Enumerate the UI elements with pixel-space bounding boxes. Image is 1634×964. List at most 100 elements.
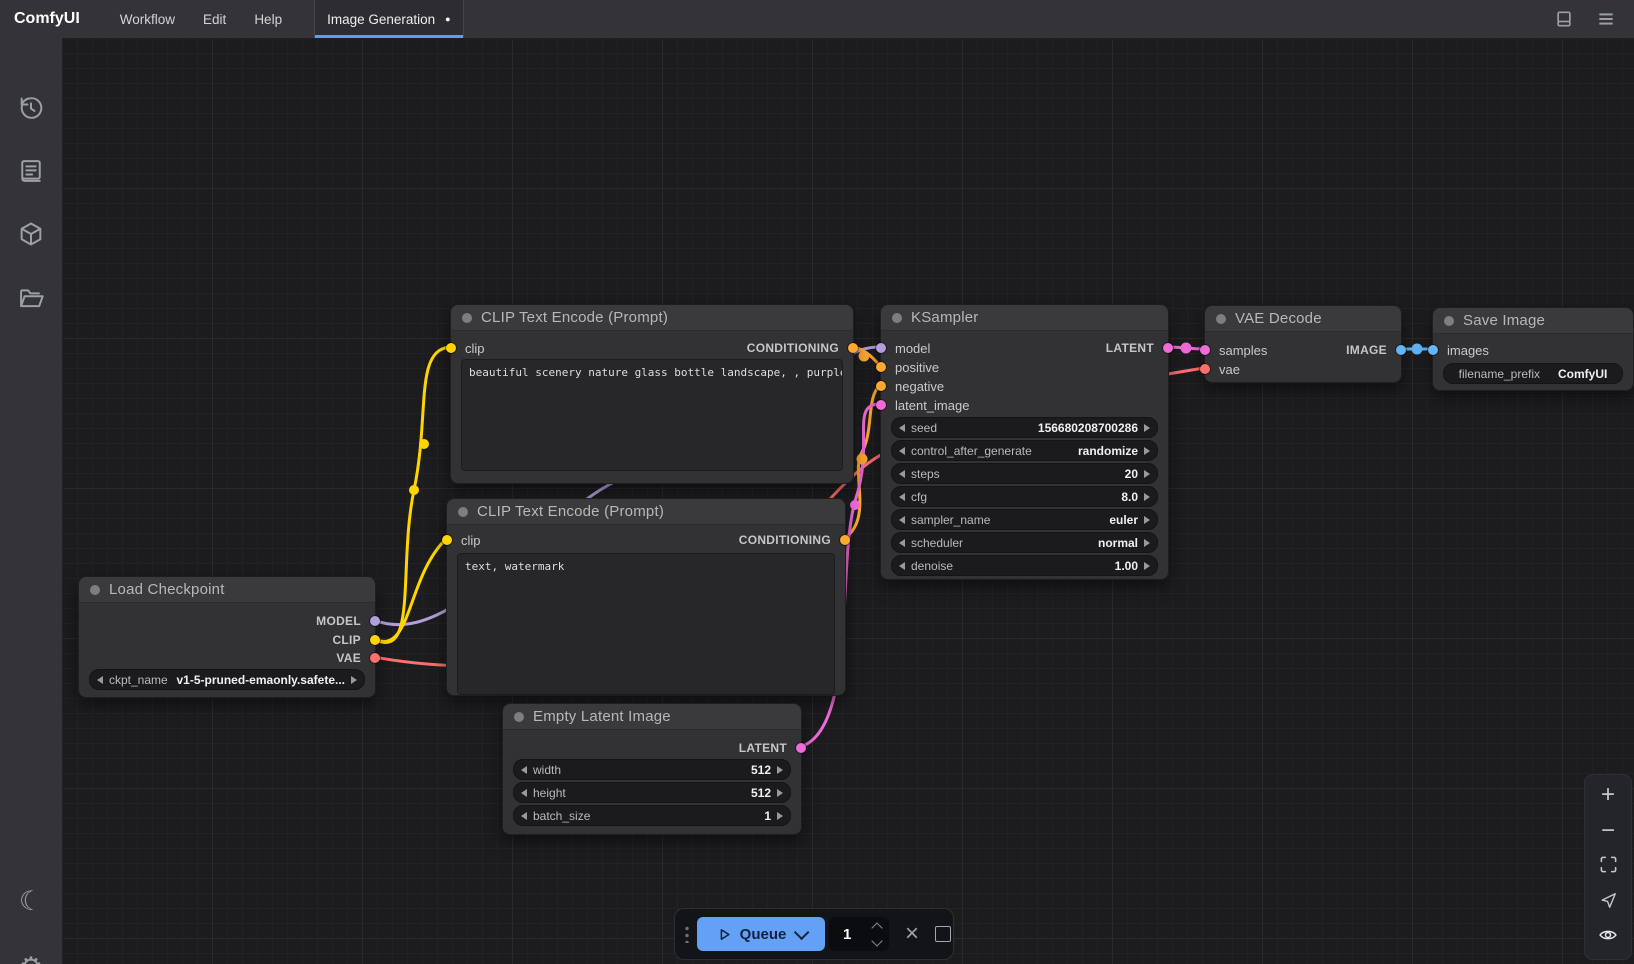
clear-queue-icon[interactable]: × xyxy=(905,922,919,946)
node-library-icon[interactable] xyxy=(0,157,62,185)
next-arrow-icon[interactable] xyxy=(1144,424,1150,432)
collapse-dot[interactable] xyxy=(462,313,472,323)
node-title-bar[interactable]: CLIP Text Encode (Prompt) xyxy=(447,499,845,525)
prev-arrow-icon[interactable] xyxy=(521,789,527,797)
chevron-down-icon[interactable] xyxy=(794,924,810,940)
node-title-bar[interactable]: KSampler xyxy=(881,305,1168,331)
input-slot-vae[interactable] xyxy=(1200,364,1210,374)
denoise-widget[interactable]: denoise 1.00 xyxy=(891,555,1158,576)
prompt-textarea[interactable]: beautiful scenery nature glass bottle la… xyxy=(461,359,843,471)
menu-help[interactable]: Help xyxy=(240,0,296,38)
zoom-in-button[interactable]: + xyxy=(1585,783,1631,807)
toggle-link-visibility-eye-icon[interactable] xyxy=(1585,925,1631,945)
next-arrow-icon[interactable] xyxy=(1144,562,1150,570)
input-slot-negative[interactable] xyxy=(876,381,886,391)
output-slot-clip[interactable] xyxy=(370,635,380,645)
prev-arrow-icon[interactable] xyxy=(899,516,905,524)
input-slot-samples[interactable] xyxy=(1200,345,1210,355)
prev-arrow-icon[interactable] xyxy=(899,447,905,455)
node-title-bar[interactable]: VAE Decode xyxy=(1205,306,1401,332)
sampler-name-widget[interactable]: sampler_name euler xyxy=(891,509,1158,530)
output-slot-latent[interactable] xyxy=(1163,343,1173,353)
fit-view-icon[interactable] xyxy=(1585,855,1631,874)
prev-arrow-icon[interactable] xyxy=(899,562,905,570)
settings-gear-icon[interactable]: ⚙ xyxy=(0,954,62,964)
height-widget[interactable]: height 512 xyxy=(513,782,791,803)
theme-toggle-icon[interactable]: ☾ xyxy=(0,888,62,915)
input-slot-clip[interactable] xyxy=(446,343,456,353)
control-after-generate-widget[interactable]: control_after_generate randomize xyxy=(891,440,1158,461)
next-arrow-icon[interactable] xyxy=(777,766,783,774)
stepper-up-icon[interactable] xyxy=(871,922,882,933)
workflows-folder-icon[interactable] xyxy=(0,284,62,312)
node-title-bar[interactable]: Load Checkpoint xyxy=(79,577,375,603)
output-slot-vae[interactable] xyxy=(370,653,380,663)
node-title-bar[interactable]: Save Image xyxy=(1433,308,1633,334)
next-arrow-icon[interactable] xyxy=(777,812,783,820)
queue-history-icon[interactable] xyxy=(0,94,62,122)
pan-cursor-icon[interactable] xyxy=(1585,891,1631,910)
app-logo[interactable]: ComfyUI xyxy=(14,10,80,28)
prompt-textarea[interactable]: text, watermark xyxy=(457,553,835,695)
input-slot-positive[interactable] xyxy=(876,362,886,372)
prev-arrow-icon[interactable] xyxy=(899,470,905,478)
seed-widget[interactable]: seed 156680208700286 xyxy=(891,417,1158,438)
zoom-out-button[interactable]: − xyxy=(1585,819,1631,843)
model-library-icon[interactable] xyxy=(0,220,62,248)
collapse-dot[interactable] xyxy=(514,712,524,722)
node-save-image[interactable]: Save Image images filename_prefix ComfyU… xyxy=(1432,307,1634,391)
node-ksampler[interactable]: KSampler model LATENT positive negative … xyxy=(880,304,1169,580)
node-vae-decode[interactable]: VAE Decode samples IMAGE vae xyxy=(1204,305,1402,383)
bottom-panel-icon[interactable] xyxy=(1554,9,1574,29)
batch-count-input[interactable]: 1 xyxy=(829,917,889,951)
prev-arrow-icon[interactable] xyxy=(899,424,905,432)
next-arrow-icon[interactable] xyxy=(1144,539,1150,547)
next-arrow-icon[interactable] xyxy=(1144,470,1150,478)
prev-arrow-icon[interactable] xyxy=(97,676,103,684)
next-arrow-icon[interactable] xyxy=(351,676,357,684)
prev-arrow-icon[interactable] xyxy=(521,766,527,774)
input-slot-model[interactable] xyxy=(876,343,886,353)
node-clip-text-encode-positive[interactable]: CLIP Text Encode (Prompt) clip CONDITION… xyxy=(450,304,854,484)
collapse-dot[interactable] xyxy=(458,507,468,517)
menu-edit[interactable]: Edit xyxy=(189,0,240,38)
prev-arrow-icon[interactable] xyxy=(521,812,527,820)
cfg-widget[interactable]: cfg 8.0 xyxy=(891,486,1158,507)
filename-prefix-widget[interactable]: filename_prefix ComfyUI xyxy=(1443,363,1623,384)
input-slot-clip[interactable] xyxy=(442,535,452,545)
width-widget[interactable]: width 512 xyxy=(513,759,791,780)
collapse-dot[interactable] xyxy=(1216,314,1226,324)
next-arrow-icon[interactable] xyxy=(1144,516,1150,524)
node-title-bar[interactable]: Empty Latent Image xyxy=(503,704,801,730)
output-slot-latent[interactable] xyxy=(796,743,806,753)
collapse-dot[interactable] xyxy=(1444,316,1454,326)
stop-icon[interactable] xyxy=(935,926,951,942)
collapse-dot[interactable] xyxy=(892,313,902,323)
next-arrow-icon[interactable] xyxy=(1144,493,1150,501)
input-slot-images[interactable] xyxy=(1428,345,1438,355)
ckpt-name-widget[interactable]: ckpt_name v1-5-pruned-emaonly.safete... xyxy=(89,669,365,690)
node-empty-latent-image[interactable]: Empty Latent Image LATENT width 512 heig… xyxy=(502,703,802,835)
steps-widget[interactable]: steps 20 xyxy=(891,463,1158,484)
menu-workflow[interactable]: Workflow xyxy=(106,0,189,38)
tab-image-generation[interactable]: Image Generation ● xyxy=(314,0,464,38)
prev-arrow-icon[interactable] xyxy=(899,493,905,501)
menu-icon[interactable] xyxy=(1596,9,1616,29)
next-arrow-icon[interactable] xyxy=(777,789,783,797)
output-slot-conditioning[interactable] xyxy=(840,535,850,545)
input-slot-latent-image[interactable] xyxy=(876,400,886,410)
node-load-checkpoint[interactable]: Load Checkpoint MODEL CLIP VAE ckpt_name… xyxy=(78,576,376,698)
output-slot-conditioning[interactable] xyxy=(848,343,858,353)
node-clip-text-encode-negative[interactable]: CLIP Text Encode (Prompt) clip CONDITION… xyxy=(446,498,846,696)
queue-button[interactable]: Queue xyxy=(697,917,825,951)
stepper-down-icon[interactable] xyxy=(871,935,882,946)
scheduler-widget[interactable]: scheduler normal xyxy=(891,532,1158,553)
node-title-bar[interactable]: CLIP Text Encode (Prompt) xyxy=(451,305,853,331)
batch-size-widget[interactable]: batch_size 1 xyxy=(513,805,791,826)
prev-arrow-icon[interactable] xyxy=(899,539,905,547)
output-slot-model[interactable] xyxy=(370,616,380,626)
drag-handle-icon[interactable] xyxy=(685,925,689,943)
next-arrow-icon[interactable] xyxy=(1144,447,1150,455)
collapse-dot[interactable] xyxy=(90,585,100,595)
output-slot-image[interactable] xyxy=(1396,345,1406,355)
